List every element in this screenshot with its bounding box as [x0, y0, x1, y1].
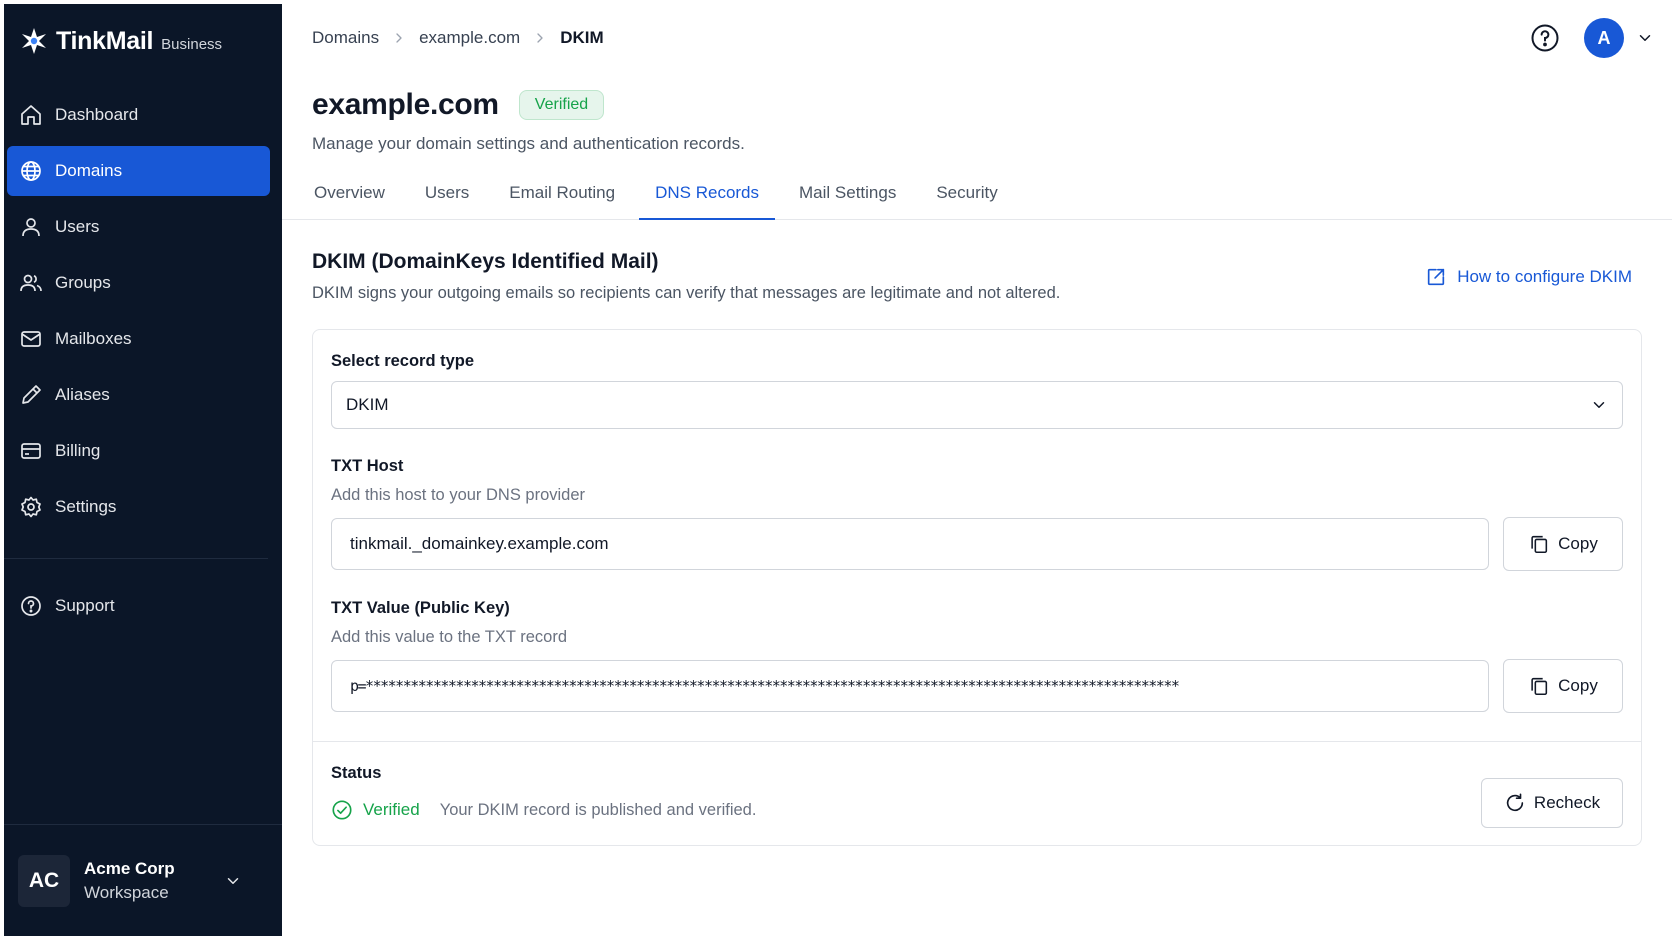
copy-label: Copy — [1558, 534, 1598, 553]
dkim-record-card: Select record type DKIM TXT Host Add thi… — [312, 329, 1642, 846]
check-circle-icon — [332, 800, 352, 820]
status-message: Your DKIM record is published and verifi… — [439, 800, 757, 819]
page-header: example.com Verified Manage your domain … — [282, 88, 1672, 154]
txt-host-field[interactable]: tinkmail._domainkey.example.com — [331, 518, 1489, 570]
chevron-down-icon — [1593, 402, 1605, 408]
users-icon — [20, 274, 42, 292]
workspace-text: Acme Corp Workspace — [84, 857, 175, 905]
sidebar-item-label: Groups — [55, 273, 111, 292]
sidebar-item-users[interactable]: Users — [7, 202, 270, 252]
status-badge: Verified — [518, 90, 605, 120]
copy-label: Copy — [1558, 676, 1598, 695]
copy-value-button[interactable]: Copy — [1503, 659, 1623, 713]
tab-bar: Overview Users Email Routing DNS Records… — [282, 176, 1672, 220]
record-type-select[interactable]: DKIM — [331, 381, 1623, 429]
sidebar-item-label: Support — [55, 596, 115, 615]
status-heading: Status — [331, 764, 382, 782]
sidebar-item-label: Domains — [55, 161, 123, 180]
brand-tier: Business — [161, 35, 223, 53]
dkim-section: DKIM (DomainKeys Identified Mail) DKIM s… — [282, 220, 1672, 846]
sidebar-item-domains[interactable]: Domains — [7, 146, 270, 196]
chevron-down-icon[interactable] — [1636, 29, 1654, 47]
help-circle-icon — [21, 596, 41, 616]
sidebar-item-billing[interactable]: Billing — [7, 426, 270, 476]
refresh-icon — [1506, 793, 1524, 812]
tinkmail-logo-icon — [22, 28, 46, 54]
chevron-right-icon — [537, 33, 543, 43]
tab-dns-records[interactable]: DNS Records — [639, 176, 776, 220]
card-icon — [21, 443, 41, 459]
sidebar-nav: Dashboard Domains Users Groups Mailboxes… — [4, 90, 282, 631]
topbar-actions: A — [1530, 18, 1654, 58]
sidebar-item-settings[interactable]: Settings — [7, 482, 270, 532]
sidebar-item-label: Dashboard — [55, 105, 139, 124]
copy-icon — [1531, 677, 1548, 696]
user-icon — [22, 218, 40, 237]
breadcrumb: Domains example.com DKIM — [312, 28, 604, 48]
brand[interactable]: TinkMail Business — [4, 4, 282, 78]
sidebar-item-label: Mailboxes — [55, 329, 132, 348]
sidebar-item-groups[interactable]: Groups — [7, 258, 270, 308]
txt-value-help: Add this value to the TXT record — [331, 628, 568, 646]
home-icon — [21, 105, 41, 125]
sidebar-item-support[interactable]: Support — [7, 581, 270, 631]
tab-email-routing[interactable]: Email Routing — [493, 176, 631, 220]
workspace-avatar: AC — [18, 854, 70, 907]
copy-host-button[interactable]: Copy — [1503, 517, 1623, 571]
topbar: Domains example.com DKIM A — [282, 4, 1672, 72]
status-state: Verified — [363, 800, 420, 819]
configure-dkim-link[interactable]: How to configure DKIM — [1425, 266, 1632, 288]
mail-icon — [21, 331, 41, 347]
chevron-down-icon — [227, 877, 239, 884]
tab-security[interactable]: Security — [920, 176, 1013, 220]
record-type-value: DKIM — [346, 395, 389, 414]
breadcrumb-domains[interactable]: Domains — [312, 28, 379, 48]
sidebar-item-label: Settings — [55, 497, 117, 516]
status-block: Status Verified Your DKIM record is publ… — [313, 741, 1641, 845]
txt-value-label: TXT Value (Public Key) — [331, 599, 510, 617]
workspace-switcher[interactable]: AC Acme Corp Workspace — [4, 824, 282, 936]
brand-name: TinkMail — [56, 26, 154, 55]
sidebar-item-label: Billing — [55, 441, 101, 460]
txt-host-help: Add this host to your DNS provider — [331, 486, 586, 504]
record-type-label: Select record type — [331, 352, 475, 370]
sidebar-item-label: Aliases — [55, 385, 110, 404]
external-link-icon — [1428, 268, 1445, 286]
page-subtitle: Manage your domain settings and authenti… — [312, 134, 745, 153]
tab-overview[interactable]: Overview — [298, 176, 401, 220]
recheck-button[interactable]: Recheck — [1481, 778, 1623, 828]
breadcrumb-current: DKIM — [560, 28, 604, 47]
gear-icon — [21, 496, 41, 518]
app-window: TinkMail Business Dashboard Domains User… — [4, 4, 1672, 936]
help-icon[interactable] — [1530, 23, 1560, 53]
pen-icon — [22, 385, 41, 404]
sidebar-item-label: Users — [55, 217, 100, 236]
user-avatar[interactable]: A — [1584, 18, 1624, 58]
configure-dkim-label: How to configure DKIM — [1457, 267, 1632, 286]
breadcrumb-domain[interactable]: example.com — [419, 28, 520, 48]
globe-icon — [21, 161, 41, 181]
sidebar-item-dashboard[interactable]: Dashboard — [7, 90, 270, 140]
page-title: example.com — [312, 88, 499, 121]
sidebar: TinkMail Business Dashboard Domains User… — [4, 4, 282, 936]
workspace-sub: Workspace — [84, 882, 169, 902]
txt-value-field[interactable]: p=**************************************… — [331, 660, 1489, 712]
tab-users[interactable]: Users — [409, 176, 485, 220]
recheck-label: Recheck — [1533, 793, 1601, 812]
chevron-right-icon — [396, 33, 402, 43]
main-content: Domains example.com DKIM A example.com V… — [282, 4, 1672, 936]
copy-icon — [1531, 535, 1548, 554]
txt-host-label: TXT Host — [331, 457, 404, 475]
tab-mail-settings[interactable]: Mail Settings — [783, 176, 912, 220]
sidebar-item-mailboxes[interactable]: Mailboxes — [7, 314, 270, 364]
sidebar-divider — [4, 558, 268, 559]
sidebar-item-aliases[interactable]: Aliases — [7, 370, 270, 420]
workspace-name: Acme Corp — [84, 858, 175, 878]
